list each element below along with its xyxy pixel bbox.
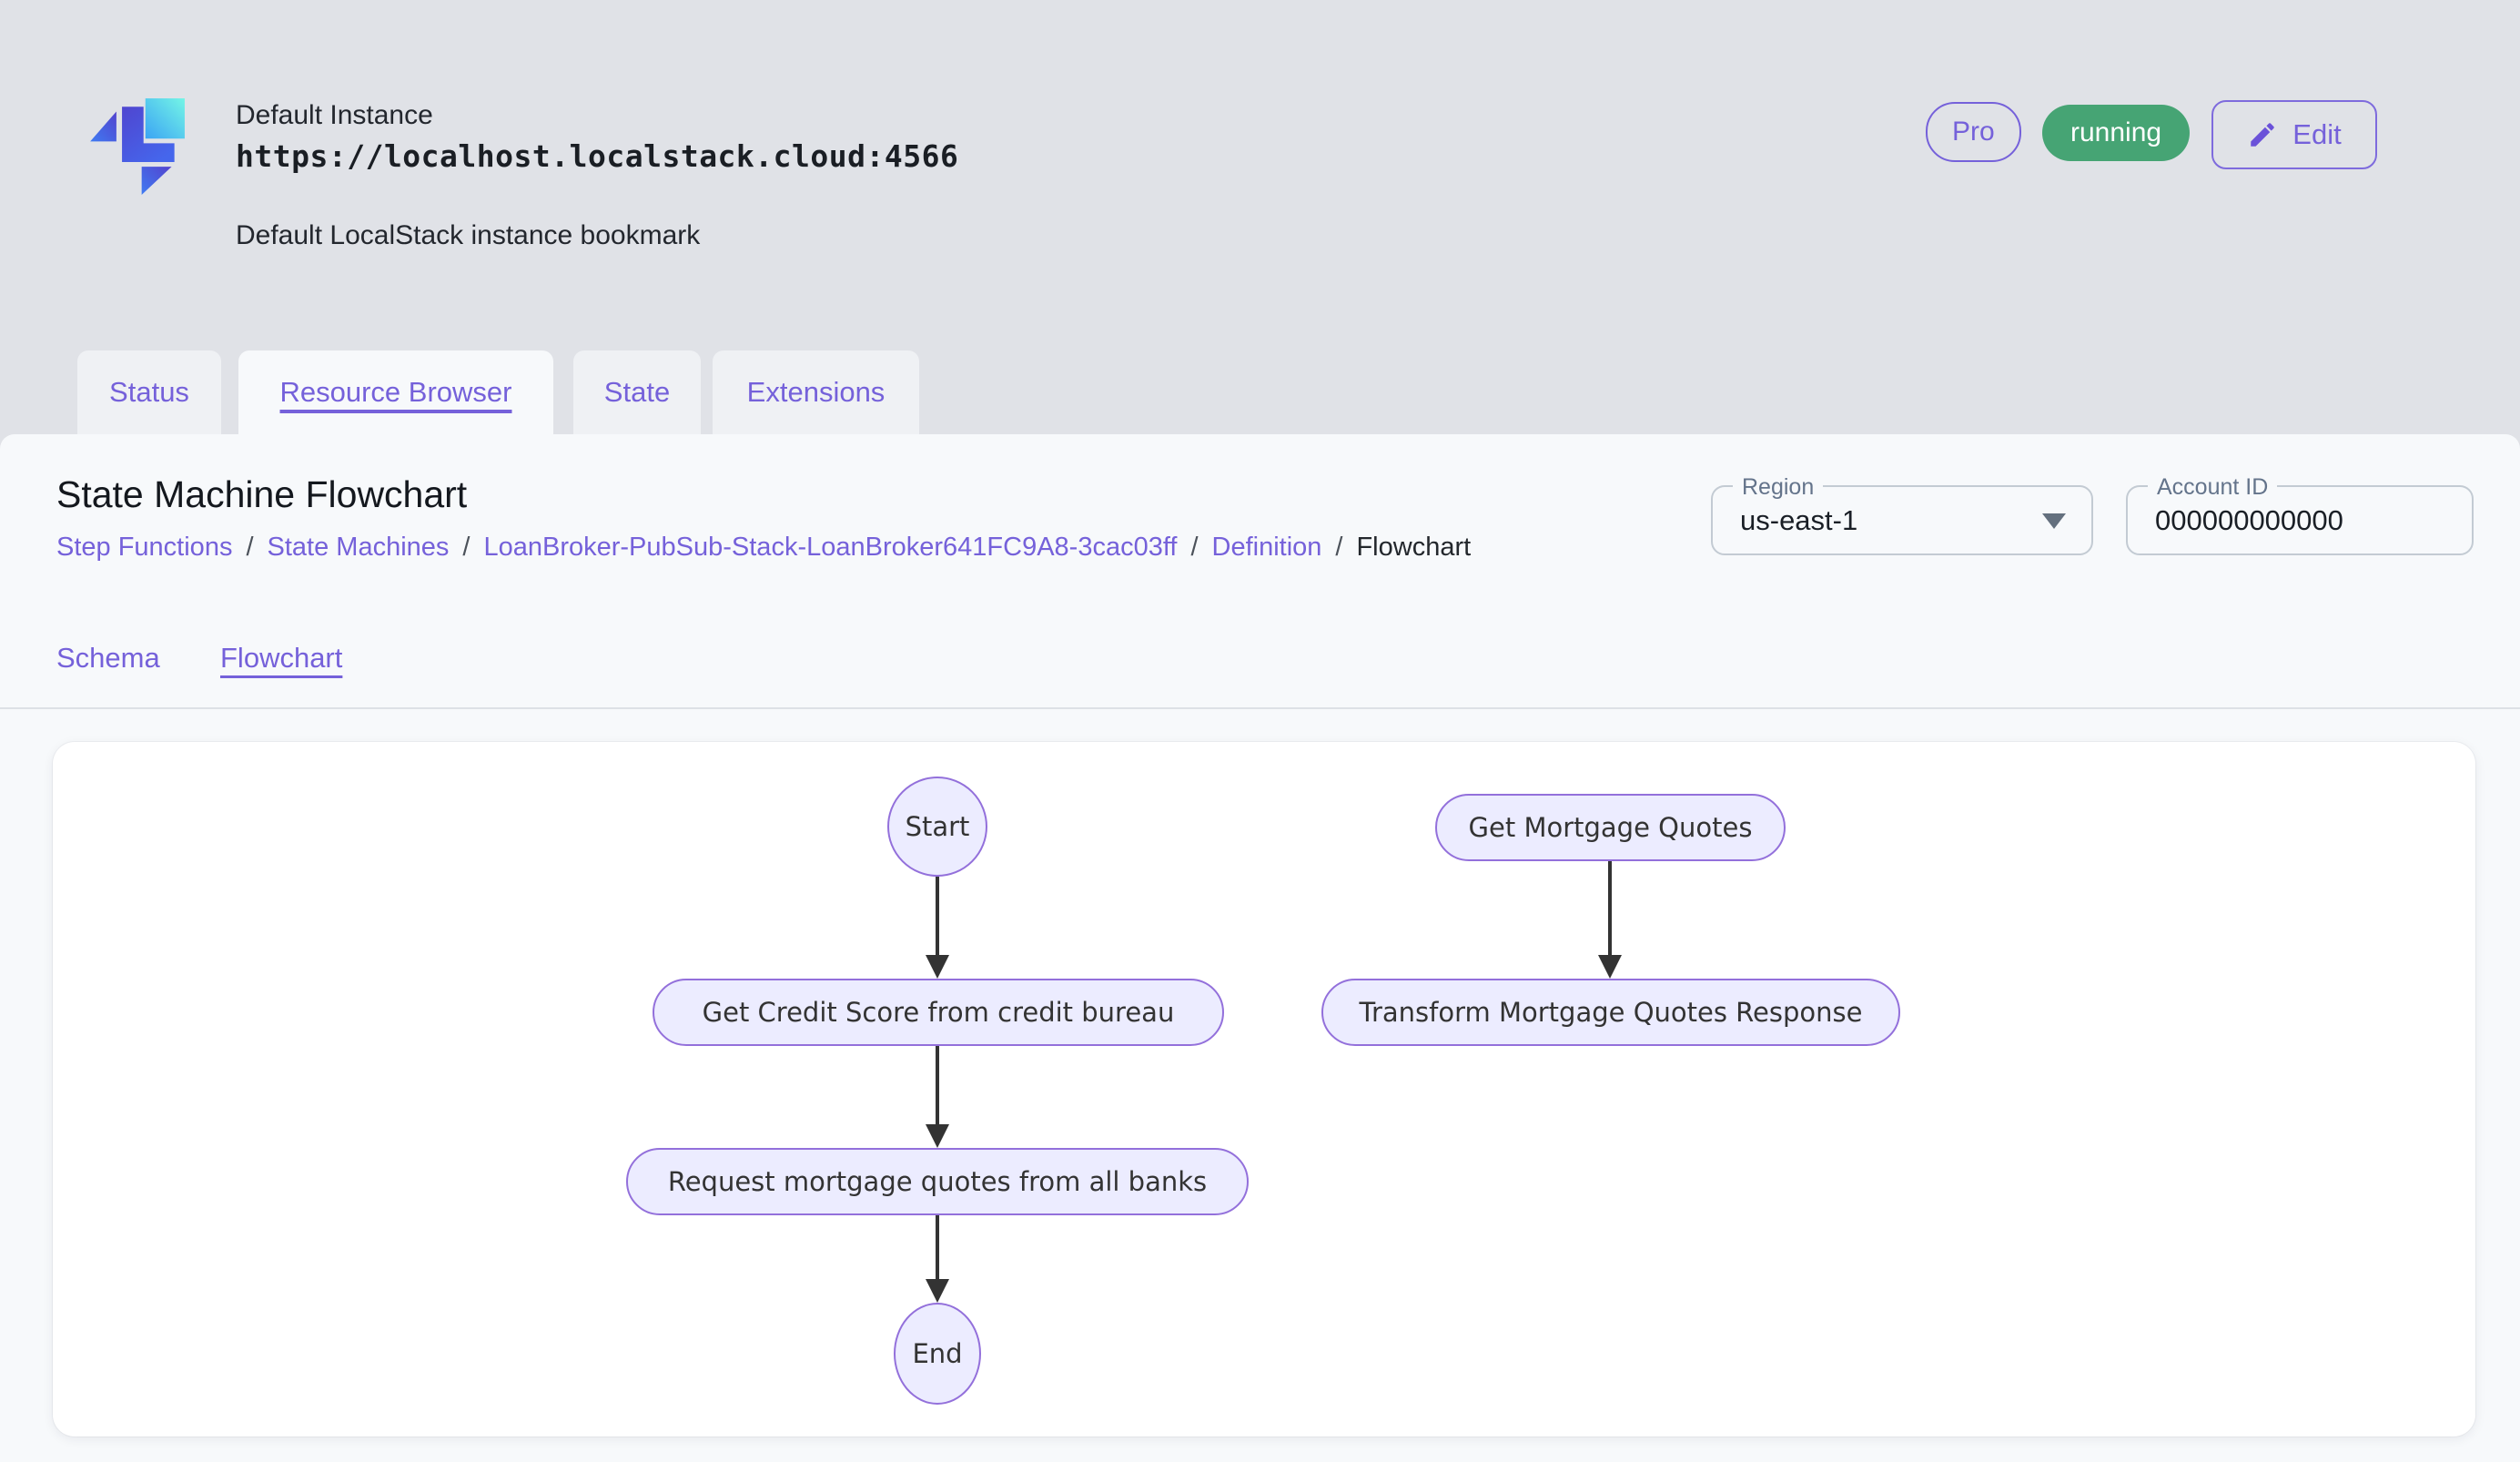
tab-resource-browser[interactable]: Resource Browser — [238, 350, 553, 434]
breadcrumb-separator: / — [1190, 533, 1198, 563]
breadcrumb-definition[interactable]: Definition — [1212, 533, 1322, 563]
flowchart-arrow — [926, 1046, 949, 1148]
region-value: us-east-1 — [1740, 487, 1857, 553]
pro-badge: Pro — [1926, 102, 2021, 162]
flowchart-node-end: End — [894, 1303, 981, 1405]
chevron-down-icon — [2042, 513, 2066, 529]
subtab-schema[interactable]: Schema — [56, 641, 160, 675]
localstack-logo — [86, 96, 187, 197]
localstack-app: Default Instance https://localhost.local… — [0, 0, 2520, 1462]
instance-url: https://localhost.localstack.cloud:4566 — [236, 141, 958, 171]
flowchart-node-transform-response: Transform Mortgage Quotes Response — [1321, 979, 1900, 1046]
subtab-flowchart[interactable]: Flowchart — [220, 641, 342, 675]
breadcrumb-separator: / — [246, 533, 253, 563]
flowchart-node-start: Start — [887, 777, 987, 877]
breadcrumb-state-machines[interactable]: State Machines — [268, 533, 450, 563]
edit-pencil-icon — [2247, 119, 2278, 150]
breadcrumb-step-functions[interactable]: Step Functions — [56, 533, 232, 563]
flowchart-node-get-credit-score: Get Credit Score from credit bureau — [653, 979, 1224, 1046]
tab-extensions[interactable]: Extensions — [713, 350, 919, 434]
breadcrumb-state-machine-name[interactable]: LoanBroker-PubSub-Stack-LoanBroker641FC9… — [483, 533, 1177, 563]
flowchart-arrow — [926, 877, 949, 979]
status-badge: running — [2042, 105, 2190, 161]
instance-name: Default Instance — [236, 102, 433, 129]
breadcrumb: Step Functions / State Machines / LoanBr… — [56, 533, 1471, 563]
tab-status[interactable]: Status — [77, 350, 221, 434]
flowchart-node-get-mortgage-quotes: Get Mortgage Quotes — [1435, 794, 1786, 861]
breadcrumb-separator: / — [1335, 533, 1342, 563]
breadcrumb-current: Flowchart — [1356, 533, 1471, 563]
account-id-input[interactable] — [2155, 489, 2446, 552]
divider — [0, 707, 2520, 709]
flowchart-arrow — [926, 1215, 949, 1303]
page-title: State Machine Flowchart — [56, 474, 467, 515]
edit-button-label: Edit — [2292, 118, 2341, 151]
breadcrumb-separator: / — [462, 533, 470, 563]
region-select[interactable]: Region us-east-1 — [1711, 485, 2093, 555]
flowchart-arrow — [1598, 861, 1622, 979]
tab-state[interactable]: State — [573, 350, 701, 434]
edit-button[interactable]: Edit — [2211, 100, 2377, 169]
account-id-field: Account ID — [2126, 485, 2474, 555]
flowchart-canvas: Start Get Credit Score from credit burea… — [53, 742, 2475, 1437]
instance-description: Default LocalStack instance bookmark — [236, 222, 700, 249]
flowchart-node-request-quotes: Request mortgage quotes from all banks — [626, 1148, 1249, 1215]
